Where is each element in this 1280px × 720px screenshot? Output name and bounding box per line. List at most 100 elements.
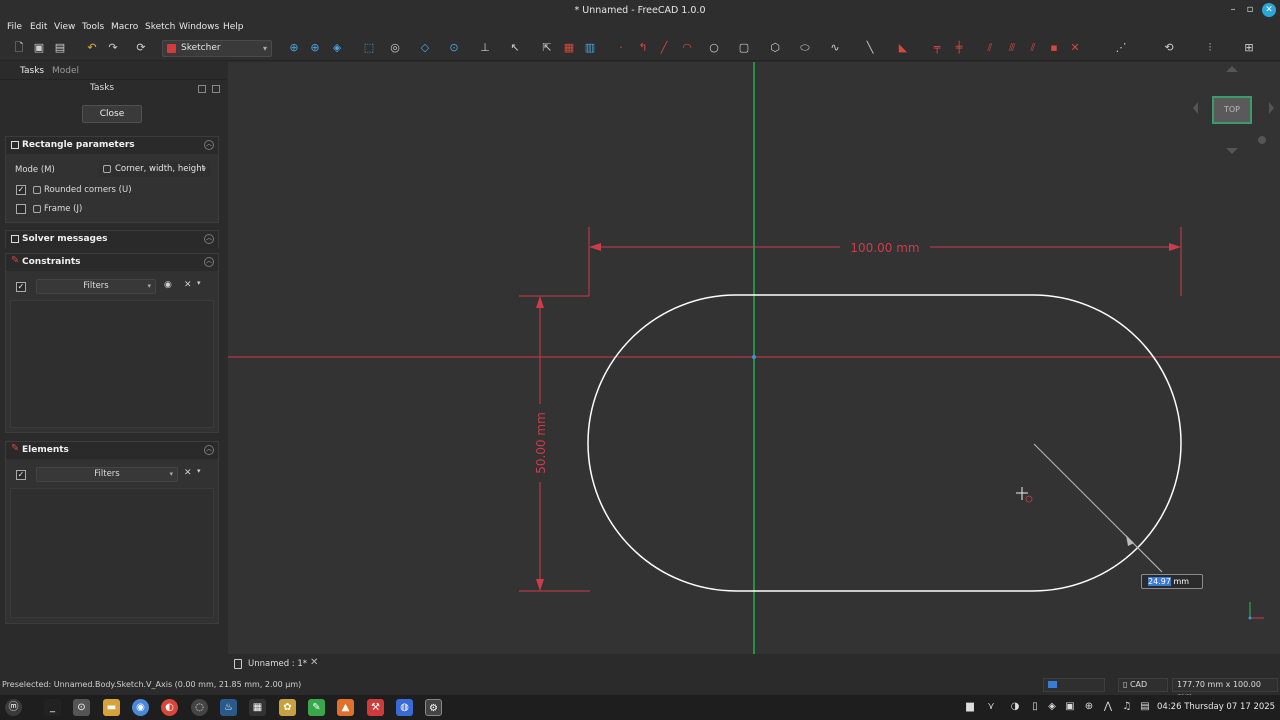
toggle-construction-icon[interactable]: ⫽: [1026, 41, 1040, 55]
settings-tools-icon[interactable]: ✕: [184, 468, 192, 478]
extend-icon[interactable]: ╪: [952, 41, 966, 55]
sound-icon[interactable]: ♫: [1121, 701, 1133, 713]
start-menu-icon[interactable]: ⓜ: [5, 699, 22, 716]
redo-icon[interactable]: ↷: [106, 41, 120, 55]
circle-icon[interactable]: ○: [707, 41, 721, 55]
close-tab-icon[interactable]: ✕: [310, 657, 318, 668]
update-icon[interactable]: ◈: [1046, 701, 1058, 713]
collapse-icon[interactable]: ︿: [204, 257, 214, 267]
dimension-readout[interactable]: 177.70 mm x 100.00 mm: [1172, 678, 1278, 701]
constraint-menu-icon[interactable]: ⋰: [1114, 41, 1128, 55]
app-icon[interactable]: ◌: [191, 699, 208, 716]
collapse-icon[interactable]: ︿: [204, 234, 214, 244]
menu-windows[interactable]: Windows: [179, 22, 219, 32]
menu-sketch[interactable]: Sketch: [145, 22, 175, 32]
gear-app-icon[interactable]: ✿: [279, 699, 296, 716]
constrain-lock-icon[interactable]: ✕: [1068, 41, 1082, 55]
nav-left-arrow-icon[interactable]: [1193, 102, 1198, 114]
rendering-order-icon[interactable]: ⊞: [1242, 41, 1256, 55]
freecad-icon[interactable]: ⚒: [367, 699, 384, 716]
nav-menu-icon[interactable]: [1258, 136, 1266, 144]
bspline-icon[interactable]: ∿: [828, 41, 842, 55]
close-window-button[interactable]: ✕: [1262, 3, 1276, 17]
fit-all-icon[interactable]: ⊕: [287, 41, 301, 55]
constrain-coincident-icon[interactable]: ▪: [1047, 41, 1061, 55]
menu-help[interactable]: Help: [223, 22, 244, 32]
nav-right-arrow-icon[interactable]: [1269, 102, 1274, 114]
rectangle-icon[interactable]: ▢: [737, 41, 751, 55]
chevron-down-icon[interactable]: ▾: [197, 467, 201, 475]
save-icon[interactable]: ▤: [53, 41, 67, 55]
elements-filter-checkbox[interactable]: ✓: [16, 470, 26, 480]
polyline-icon[interactable]: ↰: [636, 41, 650, 55]
line-icon[interactable]: ╱: [657, 41, 671, 55]
clipboard-icon[interactable]: ▤: [1139, 701, 1151, 713]
menu-file[interactable]: File: [7, 22, 22, 32]
undo-icon[interactable]: ↶: [85, 41, 99, 55]
steam-icon[interactable]: ♨: [220, 699, 237, 716]
wifi-icon[interactable]: ⋀: [1102, 701, 1114, 713]
whats-this-icon[interactable]: ↖: [508, 41, 522, 55]
refresh-icon[interactable]: ⟳: [134, 41, 148, 55]
nav-down-arrow-icon[interactable]: [1226, 148, 1238, 154]
minimize-button[interactable]: –: [1226, 3, 1240, 17]
bounding-box-icon[interactable]: ⬚: [362, 41, 376, 55]
new-document-icon[interactable]: 🗋: [12, 41, 26, 55]
elements-filter-select[interactable]: Filters ▾: [36, 467, 178, 482]
arc-icon[interactable]: ◠: [680, 41, 694, 55]
disk-icon[interactable]: ⊙: [73, 699, 90, 716]
measure-icon[interactable]: ⊙: [447, 41, 461, 55]
solver-messages-header[interactable]: Solver messages ︿: [6, 231, 218, 248]
menu-view[interactable]: View: [54, 22, 75, 32]
navcube-top-face[interactable]: TOP: [1212, 96, 1252, 124]
elements-header[interactable]: ✎ Elements ︿: [6, 442, 218, 459]
construction-line-icon[interactable]: ╲: [863, 41, 877, 55]
clock[interactable]: 04:26 Thursday 07 17 2025: [1157, 702, 1275, 712]
settings-app-icon[interactable]: ⚙: [425, 699, 442, 716]
view-sketch-icon[interactable]: ▦: [562, 41, 576, 55]
menu-tools[interactable]: Tools: [82, 22, 104, 32]
leave-sketch-icon[interactable]: ⇱: [540, 41, 554, 55]
edit-app-icon[interactable]: ✎: [308, 699, 325, 716]
nav-up-arrow-icon[interactable]: [1226, 66, 1238, 72]
workbench-selector[interactable]: Sketcher ▾: [162, 40, 272, 57]
fit-selection-icon[interactable]: ⊕: [308, 41, 322, 55]
open-document-icon[interactable]: ▣: [32, 41, 46, 55]
collapse-icon[interactable]: ︿: [204, 445, 214, 455]
progress-selector[interactable]: [1043, 678, 1105, 692]
elements-list[interactable]: [10, 488, 214, 618]
point-icon[interactable]: ·: [614, 41, 628, 55]
shield-icon[interactable]: ▯: [1029, 701, 1041, 713]
browser-icon[interactable]: ◉: [132, 699, 149, 716]
grid-icon[interactable]: ⫶: [1203, 41, 1217, 55]
navigation-style-select[interactable]: ▯ CAD: [1118, 678, 1168, 692]
stereo-icon[interactable]: ◎: [388, 41, 402, 55]
tray-app-icon[interactable]: ⋎: [985, 701, 997, 713]
visibility-eye-icon[interactable]: ◉: [164, 280, 172, 290]
tab-tasks[interactable]: Tasks: [8, 66, 44, 76]
float-panel-icon[interactable]: [198, 85, 206, 93]
settings-tools-icon[interactable]: ✕: [184, 280, 192, 290]
media-icon[interactable]: ◐: [161, 699, 178, 716]
mode-select[interactable]: Corner, width, height ▾: [99, 161, 211, 177]
files-icon[interactable]: ▬: [103, 699, 120, 716]
sketch-viewport[interactable]: 100.00 mm 50.00 mm TOP 24.97 mm: [228, 62, 1280, 654]
tab-model[interactable]: Model: [52, 66, 79, 76]
collapse-icon[interactable]: ︿: [204, 140, 214, 150]
constraints-filter-checkbox[interactable]: ✓: [16, 282, 26, 292]
trim-icon[interactable]: ╤: [930, 41, 944, 55]
constraints-list[interactable]: [10, 300, 214, 428]
rounded-rectangle-geometry[interactable]: [587, 294, 1182, 592]
height-dimension-label[interactable]: 50.00 mm: [534, 412, 548, 474]
close-task-button[interactable]: Close: [82, 105, 142, 123]
std-part-icon[interactable]: ⊥: [478, 41, 492, 55]
fillet-icon[interactable]: ◣: [896, 41, 910, 55]
width-dimension-label[interactable]: 100.00 mm: [850, 241, 919, 255]
rounded-corners-checkbox[interactable]: ✓: [16, 185, 26, 195]
discord-icon[interactable]: ◍: [396, 699, 413, 716]
draw-style-icon[interactable]: ◈: [330, 41, 344, 55]
carbon-copy-icon[interactable]: ⫻: [1005, 41, 1019, 55]
sketch-origin-point[interactable]: [752, 355, 756, 359]
external-geometry-icon[interactable]: ⫽: [983, 41, 997, 55]
rectangle-parameters-header[interactable]: Rectangle parameters ︿: [6, 137, 218, 154]
